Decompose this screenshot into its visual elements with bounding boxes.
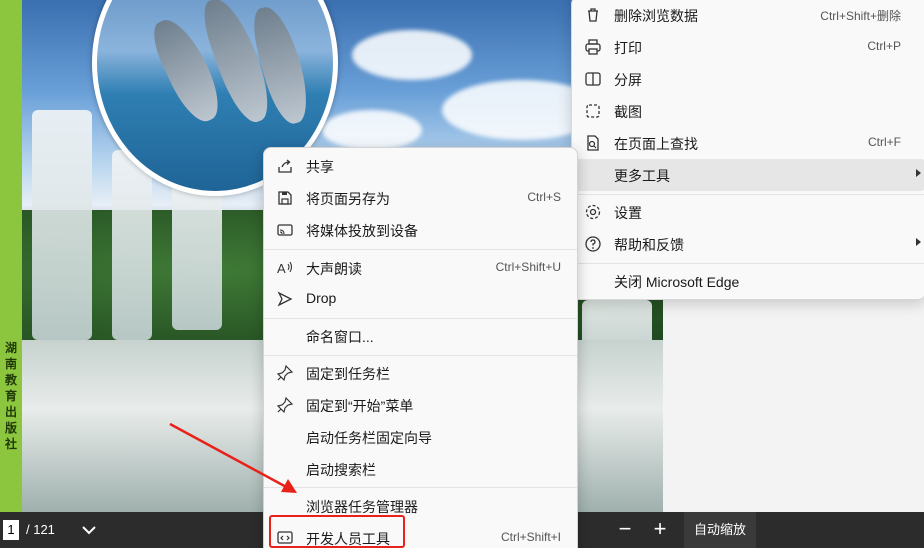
submenu-item-save-page[interactable]: 将页面另存为 Ctrl+S — [264, 183, 577, 213]
drop-icon — [276, 290, 294, 308]
menu-item-settings[interactable]: 设置 — [572, 196, 924, 228]
page-number-input[interactable]: 1 — [3, 520, 19, 540]
split-screen-icon — [584, 70, 602, 88]
menu-item-find[interactable]: 在页面上查找 Ctrl+F — [572, 127, 924, 159]
zoom-in-button[interactable]: + — [649, 518, 671, 541]
save-icon — [276, 189, 294, 207]
submenu-item-share[interactable]: 共享 — [264, 151, 577, 181]
submenu-item-name-window[interactable]: 命名窗口... — [264, 321, 577, 351]
menu-item-print[interactable]: 打印 Ctrl+P — [572, 31, 924, 63]
publisher-strip: 湖南教育出版社 — [0, 0, 22, 512]
gear-icon — [584, 203, 602, 221]
menu-item-split-screen[interactable]: 分屏 — [572, 63, 924, 95]
submenu-item-search-bar[interactable]: 启动搜索栏 — [264, 454, 577, 484]
cast-icon — [276, 221, 294, 239]
publisher-name: 湖南教育出版社 — [4, 341, 17, 451]
more-tools-submenu: 共享 将页面另存为 Ctrl+S 将媒体投放到设备 A 大声朗读 Ctrl+Sh… — [263, 147, 578, 548]
screenshot-icon — [584, 102, 602, 120]
printer-icon — [584, 38, 602, 56]
menu-item-help[interactable]: 帮助和反馈 — [572, 228, 924, 260]
menu-item-close-edge[interactable]: 关闭 Microsoft Edge — [572, 265, 924, 297]
submenu-item-drop[interactable]: Drop — [264, 284, 577, 314]
menu-divider — [572, 194, 924, 195]
chevron-right-icon — [916, 238, 921, 246]
zoom-out-button[interactable]: − — [614, 518, 636, 541]
svg-text:A: A — [277, 261, 286, 276]
chevron-right-icon — [916, 169, 921, 177]
edge-main-menu: 删除浏览数据 Ctrl+Shift+删除 打印 Ctrl+P 分屏 截图 在页面… — [571, 0, 924, 300]
submenu-divider — [264, 318, 577, 319]
chevron-down-icon[interactable] — [80, 521, 98, 539]
submenu-divider — [264, 249, 577, 250]
submenu-item-read-aloud[interactable]: A 大声朗读 Ctrl+Shift+U — [264, 253, 577, 283]
read-aloud-icon: A — [276, 259, 294, 277]
submenu-item-cast[interactable]: 将媒体投放到设备 — [264, 215, 577, 245]
submenu-item-pin-start[interactable]: 固定到“开始”菜单 — [264, 390, 577, 420]
highlight-box — [269, 515, 405, 548]
menu-item-more-tools[interactable]: 更多工具 — [572, 159, 924, 191]
page-total: / 121 — [26, 522, 55, 537]
trash-icon — [584, 6, 602, 24]
share-icon — [276, 157, 294, 175]
submenu-item-pin-wizard[interactable]: 启动任务栏固定向导 — [264, 422, 577, 452]
pin-icon — [276, 364, 294, 382]
auto-zoom-select[interactable]: 自动缩放 — [684, 512, 756, 548]
submenu-divider — [264, 487, 577, 488]
screen: 湖南教育出版社 1 / 121 − + 自动缩放 | 中 ☽ °, — [0, 0, 924, 548]
pin-icon — [276, 396, 294, 414]
menu-item-screenshot[interactable]: 截图 — [572, 95, 924, 127]
submenu-item-pin-taskbar[interactable]: 固定到任务栏 — [264, 358, 577, 388]
submenu-divider — [264, 355, 577, 356]
find-icon — [584, 134, 602, 152]
menu-item-clear-data[interactable]: 删除浏览数据 Ctrl+Shift+删除 — [572, 0, 924, 31]
menu-divider — [572, 263, 924, 264]
help-icon — [584, 235, 602, 253]
